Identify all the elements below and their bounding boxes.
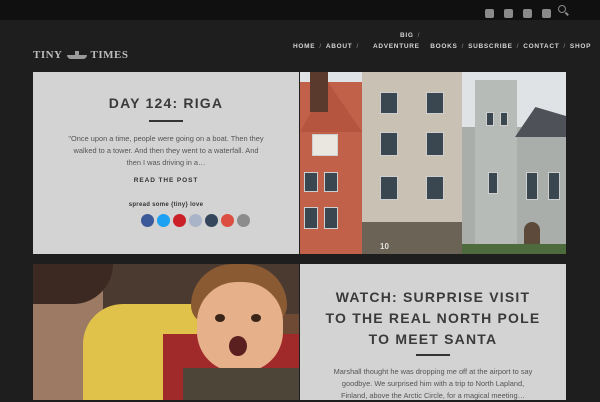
logo-text-right: TIMES [90,49,129,61]
facebook-icon[interactable] [504,9,513,18]
post-title[interactable]: WATCH: SURPRISE VISIT TO THE REAL NORTH … [300,287,566,350]
child-eye [215,314,225,322]
nav-row-top: BIG / [400,32,424,39]
greenery [462,244,566,254]
title-divider [149,120,183,122]
window [324,172,338,192]
child-face [197,282,283,372]
twitter-icon[interactable] [485,9,494,18]
excerpt-line: then I was driving in a… [126,158,206,167]
twitter-share-icon[interactable] [157,214,170,227]
child-jacket [183,368,299,400]
window [380,132,398,156]
riga-photo[interactable]: 10 [300,72,566,254]
excerpt-line: Marshall thought he was dropping me off … [333,367,533,376]
site-logo[interactable]: TINY TIMES [33,49,128,61]
instagram-icon[interactable] [542,9,551,18]
excerpt-line: Finland, above the Arctic Circle, for a … [340,391,526,400]
post-card-santa: WATCH: SURPRISE VISIT TO THE REAL NORTH … [300,264,566,400]
nav-separator: / [461,43,465,50]
reddit-share-icon[interactable] [189,214,202,227]
window [426,92,444,114]
title-divider [416,354,450,356]
storefront-sign: 10 [380,242,389,251]
google-plus-share-icon[interactable] [221,214,234,227]
window [380,176,398,200]
nav-adventure[interactable]: ADVENTURE [373,43,420,50]
window [312,134,338,156]
read-more-link[interactable]: READ THE POST [33,177,299,184]
top-bar [0,0,600,20]
child-eye [251,314,261,322]
nav-home[interactable]: HOME [293,43,315,50]
nav-separator: / [319,43,322,50]
title-line: TO MEET SANTA [368,331,498,347]
youtube-icon[interactable] [523,9,532,18]
tumblr-share-icon[interactable] [205,214,218,227]
santa-surprise-photo[interactable] [33,264,299,400]
nav-separator: / [356,43,359,50]
chimney [310,72,328,112]
window [426,176,444,200]
window [304,207,318,229]
child-mouth [229,336,247,356]
spread-love-label: spread some {tiny} love [128,202,204,208]
title-line: TO THE REAL NORTH POLE [325,310,541,326]
nav-contact[interactable]: CONTACT [523,43,559,50]
search-icon[interactable] [558,5,566,13]
window [380,92,398,114]
ship-logo-icon [66,51,88,59]
excerpt-line: walked to a tower. And then they went to… [73,146,259,155]
title-line: WATCH: SURPRISE VISIT [335,289,531,305]
nav-books[interactable]: BOOKS [430,43,457,50]
share-buttons [141,214,250,227]
email-share-icon[interactable] [237,214,250,227]
logo-text-left: TINY [33,49,63,61]
window [548,172,560,200]
window [488,172,498,194]
nav-big[interactable]: BIG [400,32,414,39]
site-header: TINY TIMES BIG/ HOME/ABOUT/ADVENTURE/BOO… [0,20,600,70]
castle-roof [515,107,566,137]
window [486,112,494,126]
nav-separator: / [563,43,566,50]
nav-shop[interactable]: SHOP [570,43,591,50]
post-card-riga: DAY 124: RIGA "Once upon a time, people … [33,72,299,254]
storefront [362,222,462,254]
excerpt-line: "Once upon a time, people were going on … [68,134,264,143]
window [500,112,508,126]
post-excerpt: Marshall thought he was dropping me off … [316,366,550,402]
window [304,172,318,192]
nav-subscribe[interactable]: SUBSCRIBE [468,43,513,50]
nav-separator: / [417,32,421,39]
post-excerpt: "Once upon a time, people were going on … [53,133,279,169]
castle-tower [475,80,517,254]
pinterest-share-icon[interactable] [173,214,186,227]
window [426,132,444,156]
nav-about[interactable]: ABOUT [326,43,353,50]
window [526,172,538,200]
window [324,207,338,229]
nav-separator: / [516,43,520,50]
facebook-share-icon[interactable] [141,214,154,227]
main-nav: HOME/ABOUT/ADVENTURE/BOOKS/SUBSCRIBE/CON… [293,43,591,50]
nav-separator: / [424,43,427,50]
excerpt-line: goodbye. We surprised him with a trip to… [341,379,525,388]
post-title[interactable]: DAY 124: RIGA [33,95,299,111]
